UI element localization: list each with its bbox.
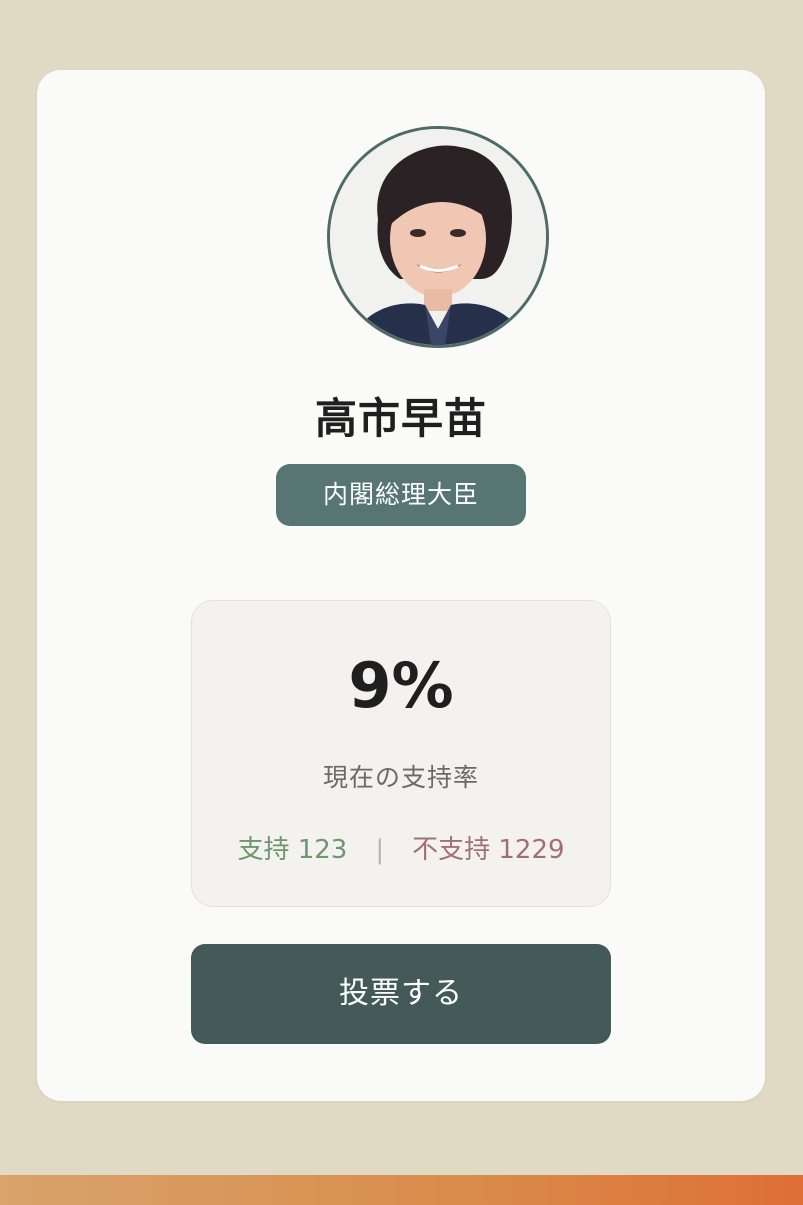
avatar-photo <box>330 129 546 345</box>
profile-card: 高市早苗 内閣総理大臣 9% 現在の支持率 支持 123 | 不支持 1229 投票… <box>37 70 765 1101</box>
support-rate-value: 9% <box>348 649 454 722</box>
support-rate-label: 現在の支持率 <box>322 763 479 792</box>
bottom-gradient-bar <box>0 1175 803 1205</box>
vote-button[interactable]: 投票する <box>191 944 611 1044</box>
support-stats-panel: 9% 現在の支持率 支持 123 | 不支持 1229 <box>191 600 611 907</box>
profile-name: 高市早苗 <box>314 394 487 443</box>
oppose-count: 不支持 1229 <box>412 835 565 865</box>
role-badge: 内閣総理大臣 <box>276 464 526 526</box>
avatar <box>327 126 549 348</box>
vote-counts: 支持 123 | 不支持 1229 <box>192 829 610 866</box>
page: 高市早苗 内閣総理大臣 9% 現在の支持率 支持 123 | 不支持 1229 投票… <box>0 0 803 1205</box>
count-divider: | <box>375 835 385 865</box>
support-count: 支持 123 <box>237 835 348 865</box>
